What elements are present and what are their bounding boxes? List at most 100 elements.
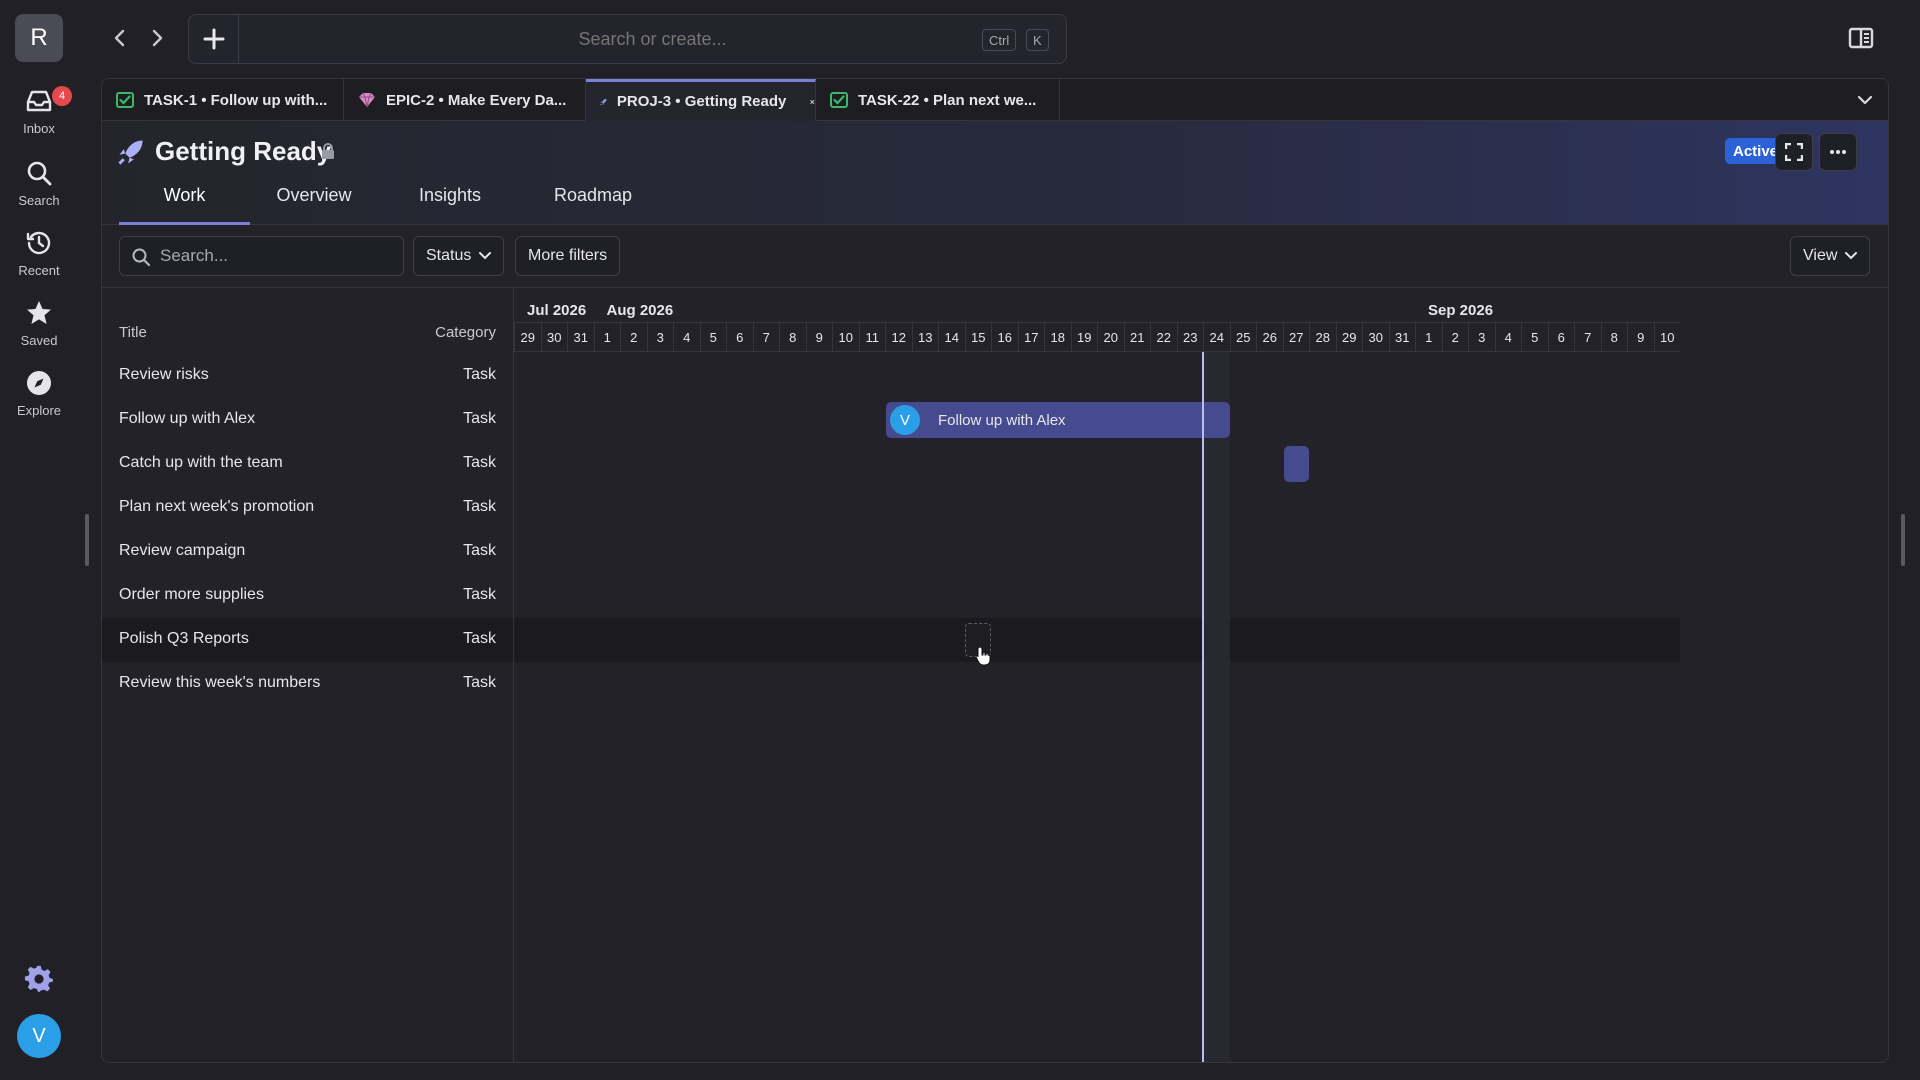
task-category: Task [463,366,496,383]
work-search [119,236,404,276]
project-header: Getting Ready Active Work Overview Insig… [102,121,1888,225]
tab-task-1[interactable]: TASK-1 • Follow up with... [102,79,344,121]
rocket-icon [600,98,607,105]
fullscreen-button[interactable] [1775,133,1813,171]
view-label: View [1803,247,1838,264]
gantt-timeline: Jul 2026 Aug 2026 Sep 2026 29 30 31 1 2 3 4 5 6 7 8 9… [514,288,1888,1062]
task-title[interactable]: Polish Q3 Reports [119,630,249,648]
task-title[interactable]: Follow up with Alex [119,410,255,428]
day-label: 7 [752,322,779,352]
day-label: 27 [1282,322,1309,352]
day-label: 18 [1044,322,1071,352]
status-filter-button[interactable]: Status [413,236,505,276]
day-label: 14 [938,322,965,352]
more-filters-button[interactable]: More filters [515,236,621,276]
history-icon [24,228,54,258]
day-label: 23 [1176,322,1203,352]
list-item[interactable]: Order more supplies Task [102,574,514,618]
timeline-bar-label: Follow up with Alex [938,411,1066,429]
rail-item-search[interactable]: Search [0,158,78,218]
day-label: 9 [805,322,832,352]
lock-icon [321,143,337,161]
list-item[interactable]: Catch up with the team Task [102,442,514,486]
rail-item-explore[interactable]: Explore [0,368,78,428]
tab-overview[interactable]: Overview [274,185,354,225]
day-label: 25 [1229,322,1256,352]
search-icon [131,247,151,267]
create-plus-button[interactable] [189,15,239,63]
chevron-down-icon [479,252,492,260]
day-label: 29 [514,322,541,352]
day-label: 1 [1415,322,1442,352]
list-item[interactable]: Plan next week's promotion Task [102,486,514,530]
user-avatar[interactable]: V [17,1014,61,1058]
day-label: 31 [1388,322,1415,352]
page-title: Getting Ready [155,136,332,166]
close-icon[interactable] [810,96,815,108]
rail-resize-handle[interactable] [85,514,89,566]
tab-task-22[interactable]: TASK-22 • Plan next we... [816,79,1060,121]
more-options-button[interactable] [1819,133,1857,171]
epic-icon [359,92,375,108]
day-label: 21 [1123,322,1150,352]
list-item[interactable]: Follow up with Alex Task [102,398,514,442]
task-title[interactable]: Order more supplies [119,586,264,604]
rail-item-recent[interactable]: Recent [0,228,78,288]
tab-label: EPIC-2 • Make Every Da... [386,91,567,109]
search-input[interactable] [160,237,400,275]
tab-label: PROJ-3 • Getting Ready [616,93,787,110]
tab-epic-2[interactable]: EPIC-2 • Make Every Da... [344,79,586,121]
tab-work[interactable]: Work [119,185,250,225]
tab-roadmap[interactable]: Roadmap [553,185,633,225]
day-label: 3 [1468,322,1495,352]
task-title[interactable]: Review this week's numbers [119,674,320,692]
day-label: 16 [991,322,1018,352]
settings-gear-icon[interactable] [24,964,54,994]
list-item[interactable]: Review risks Task [102,354,514,398]
command-search-input[interactable] [239,15,1066,63]
list-item[interactable]: Polish Q3 Reports Task [102,618,514,662]
timeline-bar[interactable]: V Follow up with Alex [886,402,1230,438]
list-item[interactable]: Review this week's numbers Task [102,662,514,706]
task-category: Task [463,454,496,471]
day-label: 30 [1362,322,1389,352]
view-button[interactable]: View [1790,236,1871,276]
side-panel-toggle-icon[interactable] [1848,26,1876,52]
tab-insights[interactable]: Insights [415,185,485,225]
star-icon [24,298,54,328]
tab-proj-3[interactable]: PROJ-3 • Getting Ready [586,79,816,121]
task-title[interactable]: Review risks [119,366,209,384]
day-label: 6 [1547,322,1574,352]
assignee-avatar: V [890,405,920,435]
task-title[interactable]: Review campaign [119,542,245,560]
day-label: 8 [779,322,806,352]
back-arrow-icon[interactable] [106,24,134,52]
day-label: 28 [1309,322,1336,352]
day-label: 19 [1070,322,1097,352]
panel-resize-handle[interactable] [1901,514,1905,566]
day-label: 20 [1097,322,1124,352]
timeline-bar[interactable] [1283,446,1309,482]
more-filters-label: More filters [528,247,608,264]
day-label: 7 [1574,322,1601,352]
forward-arrow-icon[interactable] [143,24,171,52]
chevron-down-icon[interactable] [1854,89,1876,111]
rail-item-label: Search [18,193,60,208]
workspace-avatar[interactable]: R [15,14,63,62]
pointer-cursor-icon [974,646,993,668]
day-label: 9 [1627,322,1654,352]
column-header-category: Category [435,324,496,341]
day-label: 22 [1150,322,1177,352]
task-category: Task [463,586,496,603]
rail-item-saved[interactable]: Saved [0,298,78,358]
main-panel: TASK-1 • Follow up with... EPIC-2 • Make… [101,78,1889,1063]
task-category: Task [463,542,496,559]
task-title[interactable]: Plan next week's promotion [119,498,314,516]
day-label: 4 [673,322,700,352]
list-item[interactable]: Review campaign Task [102,530,514,574]
rail-item-inbox[interactable]: Inbox 4 [0,86,78,146]
task-title[interactable]: Catch up with the team [119,454,283,472]
fullscreen-icon [1785,143,1803,161]
tab-bar: TASK-1 • Follow up with... EPIC-2 • Make… [102,79,1888,121]
shortcut-key-k: K [1026,29,1049,51]
